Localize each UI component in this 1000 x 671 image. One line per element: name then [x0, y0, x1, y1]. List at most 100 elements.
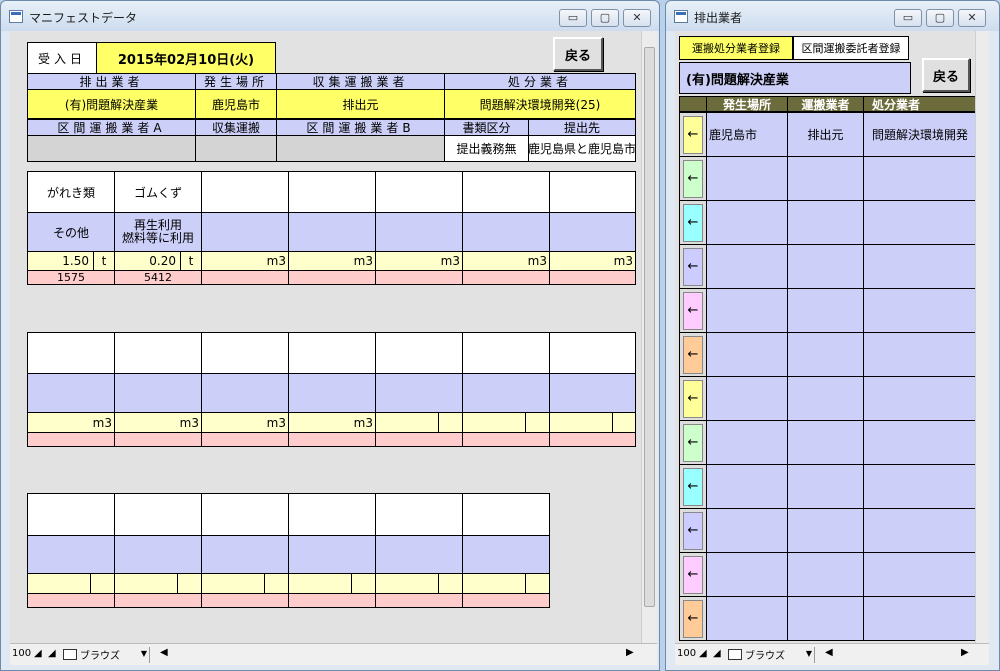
- row-location[interactable]: [706, 156, 788, 201]
- back-button[interactable]: 戻る: [922, 58, 970, 92]
- status-area-icon[interactable]: [63, 649, 77, 660]
- select-row-arrow[interactable]: ←: [679, 288, 707, 333]
- row-location[interactable]: [706, 464, 788, 509]
- waste-name[interactable]: がれき類: [27, 171, 115, 213]
- waste-name[interactable]: [201, 332, 289, 374]
- waste-name[interactable]: [201, 171, 289, 213]
- row-location[interactable]: [706, 376, 788, 421]
- zoom-level[interactable]: 100: [12, 648, 31, 659]
- waste-name[interactable]: [114, 332, 202, 374]
- waste-category[interactable]: [462, 373, 550, 413]
- row-transporter[interactable]: [787, 288, 864, 333]
- waste-qty[interactable]: m3: [27, 412, 115, 433]
- maximize-button[interactable]: ▢: [926, 9, 954, 27]
- back-button[interactable]: 戻る: [553, 37, 603, 71]
- val-discharger[interactable]: (有)問題解決産業: [27, 89, 196, 119]
- waste-qty[interactable]: [288, 573, 352, 594]
- val-submit-to[interactable]: 鹿児島県と鹿児島市: [528, 135, 636, 162]
- row-disposer[interactable]: [863, 244, 975, 289]
- row-disposer[interactable]: 問題解決環境開発: [863, 112, 975, 157]
- select-row-arrow[interactable]: ←: [679, 112, 707, 157]
- waste-name[interactable]: [27, 332, 115, 374]
- waste-category[interactable]: [27, 373, 115, 413]
- row-transporter[interactable]: [787, 552, 864, 597]
- waste-qty[interactable]: [462, 573, 526, 594]
- row-location[interactable]: [706, 288, 788, 333]
- waste-category[interactable]: [375, 212, 463, 252]
- val-section-a[interactable]: [27, 135, 196, 162]
- select-row-arrow[interactable]: ←: [679, 156, 707, 201]
- vertical-scrollbar[interactable]: [975, 31, 989, 643]
- waste-name[interactable]: [462, 171, 550, 213]
- waste-qty[interactable]: m3: [114, 412, 202, 433]
- maximize-button[interactable]: ▢: [591, 9, 619, 27]
- waste-name[interactable]: [462, 493, 550, 536]
- waste-name[interactable]: [201, 493, 289, 536]
- waste-category[interactable]: [375, 373, 463, 413]
- waste-name[interactable]: [288, 332, 376, 374]
- waste-qty[interactable]: [375, 573, 439, 594]
- row-disposer[interactable]: [863, 552, 975, 597]
- select-row-arrow[interactable]: ←: [679, 552, 707, 597]
- row-location[interactable]: [706, 420, 788, 465]
- waste-category[interactable]: [288, 373, 376, 413]
- waste-qty[interactable]: m3: [201, 412, 289, 433]
- scroll-left-icon[interactable]: ◀: [160, 647, 168, 658]
- val-collector[interactable]: 排出元: [276, 89, 445, 119]
- row-transporter[interactable]: [787, 332, 864, 377]
- waste-qty[interactable]: m3: [288, 251, 376, 271]
- select-row-arrow[interactable]: ←: [679, 332, 707, 377]
- close-button[interactable]: ✕: [623, 9, 651, 27]
- row-disposer[interactable]: [863, 200, 975, 245]
- row-transporter[interactable]: [787, 200, 864, 245]
- val-section-b[interactable]: [276, 135, 445, 162]
- waste-qty[interactable]: [114, 573, 178, 594]
- received-date[interactable]: 2015年02月10日(火): [96, 42, 276, 74]
- waste-name[interactable]: [375, 332, 463, 374]
- zoom-level[interactable]: 100: [677, 648, 696, 659]
- close-button[interactable]: ✕: [958, 9, 986, 27]
- zoom-in-icon[interactable]: ◢: [48, 648, 56, 659]
- row-location[interactable]: 鹿児島市: [706, 112, 788, 157]
- scroll-left-icon[interactable]: ◀: [825, 647, 833, 658]
- row-transporter[interactable]: [787, 156, 864, 201]
- waste-name[interactable]: [288, 171, 376, 213]
- waste-category[interactable]: [114, 535, 202, 574]
- select-row-arrow[interactable]: ←: [679, 376, 707, 421]
- waste-category[interactable]: 再生利用 燃料等に利用: [114, 212, 202, 252]
- mode-select[interactable]: ブラウズ ▼: [745, 647, 815, 663]
- val-collection[interactable]: [195, 135, 277, 162]
- waste-qty[interactable]: m3: [375, 251, 463, 271]
- row-disposer[interactable]: [863, 420, 975, 465]
- waste-category[interactable]: [27, 535, 115, 574]
- val-doc-type[interactable]: 提出義務無: [444, 135, 529, 162]
- waste-qty[interactable]: [462, 412, 526, 433]
- waste-name[interactable]: [114, 493, 202, 536]
- row-location[interactable]: [706, 552, 788, 597]
- minimize-button[interactable]: ▭: [559, 9, 587, 27]
- row-transporter[interactable]: [787, 508, 864, 553]
- row-location[interactable]: [706, 332, 788, 377]
- vertical-scrollbar[interactable]: [641, 31, 657, 643]
- row-disposer[interactable]: [863, 156, 975, 201]
- waste-name[interactable]: [27, 493, 115, 536]
- scrollbar-thumb[interactable]: [644, 47, 655, 607]
- zoom-out-icon[interactable]: ◢: [699, 648, 707, 659]
- row-disposer[interactable]: [863, 464, 975, 509]
- waste-qty[interactable]: m3: [201, 251, 289, 271]
- row-transporter[interactable]: [787, 596, 864, 641]
- row-transporter[interactable]: [787, 420, 864, 465]
- row-transporter[interactable]: [787, 244, 864, 289]
- row-disposer[interactable]: [863, 508, 975, 553]
- waste-category[interactable]: [375, 535, 463, 574]
- select-row-arrow[interactable]: ←: [679, 420, 707, 465]
- waste-qty[interactable]: [201, 573, 265, 594]
- row-transporter[interactable]: 排出元: [787, 112, 864, 157]
- tab-section-registration[interactable]: 区間運搬委託者登録: [793, 36, 909, 60]
- select-row-arrow[interactable]: ←: [679, 596, 707, 641]
- row-location[interactable]: [706, 508, 788, 553]
- scroll-right-icon[interactable]: ▶: [961, 647, 969, 658]
- waste-name[interactable]: [375, 171, 463, 213]
- val-disposer[interactable]: 問題解決環境開発(25): [444, 89, 636, 119]
- waste-category[interactable]: [114, 373, 202, 413]
